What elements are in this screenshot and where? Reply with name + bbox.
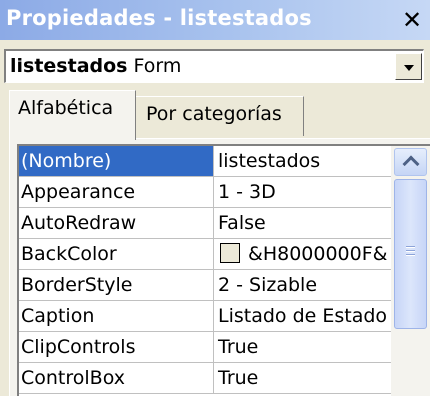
property-row[interactable]: ControlBox True [19,363,391,394]
property-row[interactable]: AutoRedraw False [19,208,391,239]
tab-por-categorias[interactable]: Por categorías [136,96,304,136]
property-value[interactable]: Listado de Estado [214,301,391,332]
property-row[interactable]: BorderStyle 2 - Sizable [19,270,391,301]
title-bar[interactable]: Propiedades - listestados ✕ [0,0,430,40]
chevron-down-icon [404,65,414,71]
object-selector[interactable]: listestados Form [4,49,424,83]
property-name[interactable]: ControlBox [19,363,214,394]
property-row[interactable]: ClipControls True [19,332,391,363]
property-row[interactable]: BackColor &H8000000F& [19,239,391,270]
property-name[interactable]: Appearance [19,177,214,208]
grip-line [406,246,415,248]
property-name[interactable]: BorderStyle [19,270,214,301]
close-button[interactable]: ✕ [398,6,426,34]
color-swatch [220,243,240,263]
grip-line [406,250,415,252]
object-name: listestados [10,55,128,77]
property-value[interactable]: True [214,332,391,363]
close-icon: ✕ [401,6,423,34]
property-name[interactable]: ClipControls [19,332,214,363]
tab-alfabetica[interactable]: Alfabética [9,90,136,140]
object-selector-label: listestados Form [10,55,181,77]
object-selector-dropdown-button[interactable] [395,53,422,80]
chevron-up-icon [402,155,420,173]
scroll-up-button[interactable] [394,148,427,176]
property-row[interactable]: Caption Listado de Estado [19,301,391,332]
object-type: Form [133,55,182,77]
property-row[interactable]: (Nombre) listestados [19,146,391,177]
vertical-scrollbar[interactable] [391,146,430,396]
property-value-text: &H8000000F& [248,243,388,265]
property-value[interactable]: 2 - Sizable [214,270,391,301]
property-value[interactable]: True [214,363,391,394]
property-name[interactable]: BackColor [19,239,214,270]
property-value[interactable]: &H8000000F& [214,239,391,270]
grip-line [406,254,415,256]
property-value[interactable]: listestados [214,146,391,177]
property-value[interactable]: False [214,208,391,239]
scrollbar-thumb[interactable] [394,179,427,329]
property-value[interactable]: 1 - 3D [214,177,391,208]
property-name[interactable]: AutoRedraw [19,208,214,239]
property-grid: (Nombre) listestados Appearance 1 - 3D A… [17,144,430,396]
property-name[interactable]: Caption [19,301,214,332]
property-row[interactable]: Appearance 1 - 3D [19,177,391,208]
property-name[interactable]: (Nombre) [19,146,214,177]
window-title: Propiedades - listestados [6,6,312,30]
